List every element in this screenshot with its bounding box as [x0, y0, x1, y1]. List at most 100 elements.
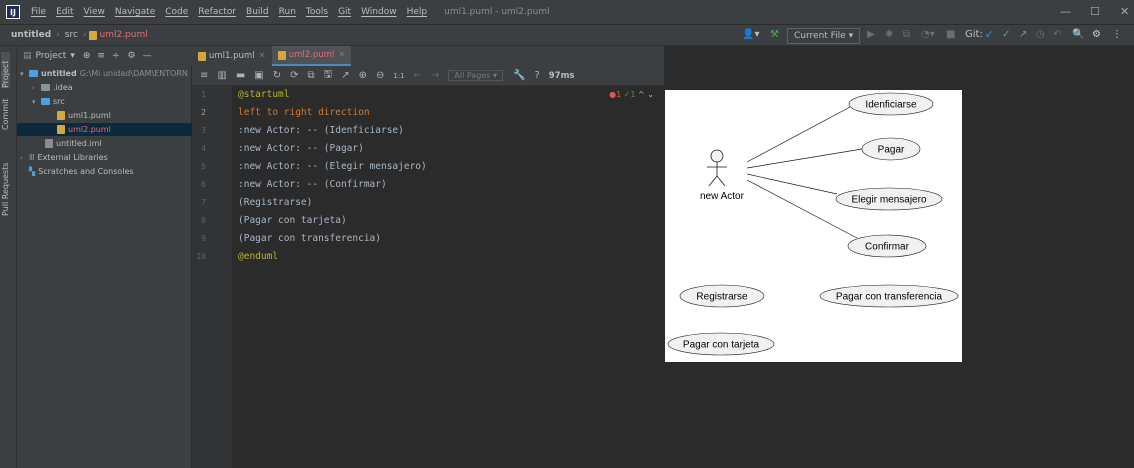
breadcrumb-project[interactable]: untitled	[8, 30, 54, 40]
save-icon[interactable]: 🖫	[324, 67, 333, 84]
svg-text:Pagar: Pagar	[878, 145, 905, 156]
folder-icon	[41, 84, 50, 91]
history-icon[interactable]: ◷	[1036, 29, 1045, 40]
actual-size-button[interactable]: 1:1	[393, 72, 404, 80]
expand-arrow-icon[interactable]: ▾	[32, 98, 41, 106]
split-view-icon[interactable]: ▥	[217, 70, 226, 81]
preview-only-icon[interactable]: ▬	[236, 70, 245, 81]
run-icon[interactable]: ▶	[867, 29, 875, 40]
usecase-pagar-con-tarjeta[interactable]: Pagar con tarjeta	[667, 332, 775, 356]
sync-icon[interactable]: ⟳	[290, 70, 298, 81]
editor-only-icon[interactable]: ≡	[200, 70, 208, 81]
expand-all-icon[interactable]: ≡	[97, 51, 105, 61]
tree-item-src[interactable]: ▾ src	[32, 95, 65, 108]
code-editor[interactable]: ●1 ✓1 ^ ⌄ @startuml left to right direct…	[232, 86, 664, 468]
usecase-pagar-con-transferencia[interactable]: Pagar con transferencia	[819, 284, 959, 308]
stop-icon[interactable]: ■	[946, 29, 955, 40]
more-options-icon[interactable]: ⋮	[1112, 29, 1122, 40]
git-push-icon[interactable]: ↗	[1019, 29, 1027, 40]
code-line: (Pagar con tarjeta)	[238, 215, 347, 226]
menu-run[interactable]: Run	[274, 7, 301, 17]
previous-page-icon[interactable]: ←	[414, 70, 422, 81]
pages-dropdown[interactable]: All Pages ▾	[448, 70, 503, 81]
library-icon: Ⅲ	[29, 153, 35, 162]
coverage-icon[interactable]: ⧉	[903, 29, 910, 40]
menu-file[interactable]: File	[26, 7, 51, 17]
project-tool-button[interactable]: Project	[1, 52, 10, 88]
locate-icon[interactable]: ⊕	[83, 51, 91, 61]
editor-tabs: uml1.puml ✕ uml2.puml ✕	[192, 46, 664, 66]
image-icon[interactable]: ▣	[254, 70, 263, 81]
help-button[interactable]: ?	[534, 70, 539, 81]
rollback-icon[interactable]: ↶	[1053, 29, 1061, 40]
close-tab-icon[interactable]: ✕	[259, 51, 266, 61]
commit-tool-button[interactable]: Commit	[1, 96, 10, 130]
collapse-arrow-icon[interactable]: ›	[20, 154, 29, 162]
menu-build[interactable]: Build	[241, 7, 274, 17]
git-commit-icon[interactable]: ✓	[1002, 29, 1010, 40]
tree-item-idea[interactable]: › .idea	[32, 81, 73, 94]
usecase-idenficiarse[interactable]: Idenficiarse	[848, 92, 934, 116]
menu-navigate[interactable]: Navigate	[110, 7, 160, 17]
debug-icon[interactable]: ✱	[885, 29, 893, 40]
menu-view[interactable]: View	[79, 7, 110, 17]
settings-gear-icon[interactable]: ⚙	[1092, 29, 1101, 40]
menu-git[interactable]: Git	[333, 7, 356, 17]
tree-item-iml[interactable]: untitled.iml	[45, 137, 102, 150]
menu-help[interactable]: Help	[402, 7, 433, 17]
expand-arrow-icon[interactable]: ▾	[20, 70, 29, 78]
line-number: 2	[201, 108, 206, 117]
pull-requests-tool-button[interactable]: Pull Requests	[1, 146, 10, 216]
tab-uml1[interactable]: uml1.puml ✕	[192, 46, 272, 66]
zoom-out-icon[interactable]: ⊖	[376, 70, 384, 81]
search-icon[interactable]: 🔍	[1072, 29, 1084, 40]
chevron-down-icon[interactable]: ▾	[70, 51, 75, 61]
next-page-icon[interactable]: →	[431, 70, 439, 81]
user-icon[interactable]: 👤▾	[742, 29, 759, 40]
warning-count: 1	[630, 90, 636, 99]
open-external-icon[interactable]: ↗	[341, 70, 349, 81]
wrench-icon[interactable]: 🔧	[513, 70, 525, 81]
breadcrumb-file[interactable]: uml2.puml	[100, 30, 148, 40]
close-icon[interactable]: ✕	[1120, 5, 1129, 18]
tree-item-uml1[interactable]: uml1.puml	[57, 109, 111, 122]
refresh-icon[interactable]: ↻	[273, 70, 281, 81]
tab-uml2[interactable]: uml2.puml ✕	[271, 46, 352, 66]
maximize-icon[interactable]: ☐	[1090, 5, 1100, 18]
menu-tools[interactable]: Tools	[301, 7, 333, 17]
collapse-all-icon[interactable]: ÷	[112, 51, 120, 61]
previous-issue-icon[interactable]: ^	[638, 90, 645, 99]
zoom-in-icon[interactable]: ⊕	[359, 70, 367, 81]
breadcrumb-folder[interactable]: src	[62, 30, 81, 40]
tree-item-external-libraries[interactable]: › Ⅲ External Libraries	[20, 151, 108, 164]
run-configuration-dropdown[interactable]: Current File ▾	[787, 28, 861, 44]
copy-icon[interactable]: ⧉	[308, 70, 315, 81]
tree-item-scratches[interactable]: ▚ Scratches and Consoles	[29, 165, 134, 178]
usecase-pagar[interactable]: Pagar	[861, 137, 921, 161]
menu-window[interactable]: Window	[356, 7, 402, 17]
close-tab-icon[interactable]: ✕	[338, 50, 345, 60]
tree-item-project-root[interactable]: ▾ untitled G:\Mi unidad\DAM\ENTORN	[20, 67, 188, 80]
profile-icon[interactable]: ◔▾	[921, 29, 935, 40]
menu-edit[interactable]: Edit	[51, 7, 78, 17]
code-line: (Pagar con transferencia)	[238, 233, 381, 244]
build-hammer-icon[interactable]: ⚒	[770, 29, 779, 40]
tree-item-uml2-selected[interactable]: uml2.puml	[17, 123, 192, 136]
usecase-confirmar[interactable]: Confirmar	[847, 234, 927, 258]
usecase-elegir-mensajero[interactable]: Elegir mensajero	[835, 187, 943, 211]
next-issue-icon[interactable]: ⌄	[647, 90, 654, 99]
uml-use-case-diagram[interactable]: new Actor Idenficiarse Pagar Elegir mens…	[665, 90, 962, 362]
git-update-icon[interactable]: ↙	[985, 29, 993, 40]
options-gear-icon[interactable]: ⚙	[127, 51, 135, 61]
menu-code[interactable]: Code	[160, 7, 193, 17]
minimize-icon[interactable]: —	[1060, 5, 1071, 18]
usecase-registrarse[interactable]: Registrarse	[679, 284, 765, 308]
svg-text:Pagar con transferencia: Pagar con transferencia	[836, 292, 943, 303]
menu-refactor[interactable]: Refactor	[193, 7, 241, 17]
hide-panel-icon[interactable]: —	[143, 51, 152, 61]
project-view-selector[interactable]: Project	[36, 51, 67, 61]
inspection-widget[interactable]: ●1 ✓1 ^ ⌄	[609, 90, 654, 99]
collapse-arrow-icon[interactable]: ›	[32, 84, 41, 92]
puml-file-icon	[198, 51, 206, 61]
git-label: Git:	[965, 29, 983, 40]
